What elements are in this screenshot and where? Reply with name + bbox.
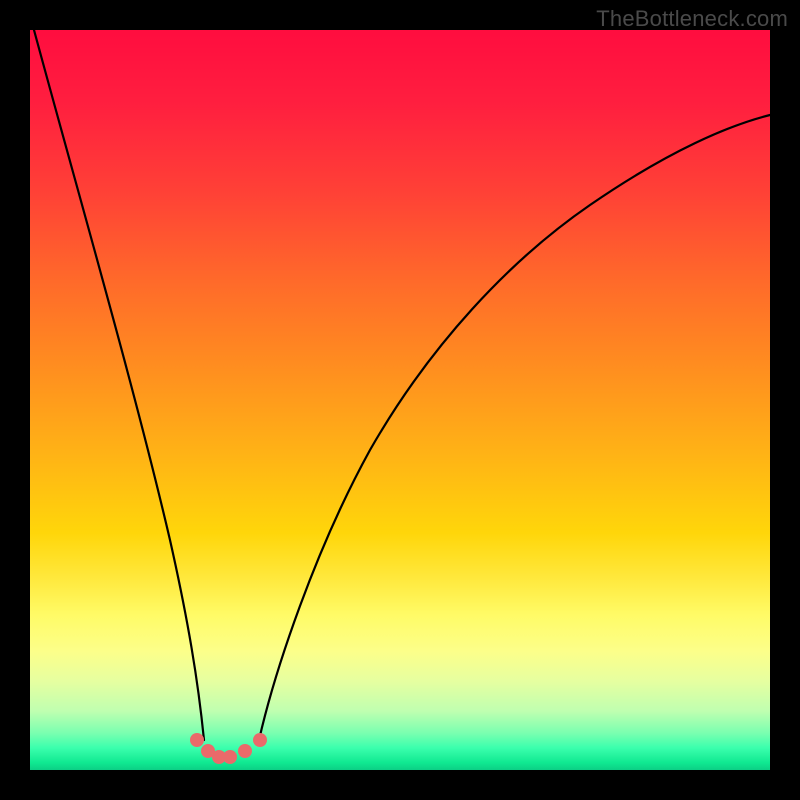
curves-svg xyxy=(30,30,770,770)
curve-right-branch xyxy=(259,115,770,740)
dot-5 xyxy=(238,744,252,758)
chart-container: TheBottleneck.com xyxy=(0,0,800,800)
dot-1 xyxy=(190,733,204,747)
watermark-text: TheBottleneck.com xyxy=(596,6,788,32)
dots-group xyxy=(190,733,267,764)
plot-area xyxy=(30,30,770,770)
curve-left-branch xyxy=(34,30,204,740)
dot-6 xyxy=(253,733,267,747)
dot-4 xyxy=(223,750,237,764)
